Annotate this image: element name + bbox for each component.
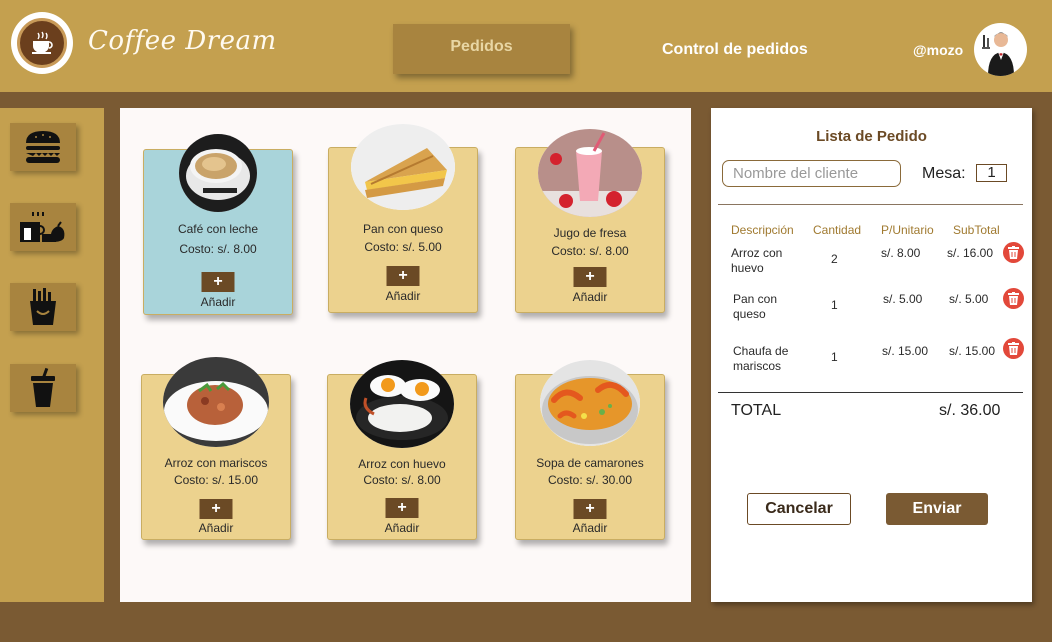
add-button[interactable]: + (199, 499, 233, 519)
category-drinks-button[interactable] (10, 364, 76, 412)
product-price: Costo: s/. 8.00 (363, 473, 441, 487)
cancel-button[interactable]: Cancelar (747, 493, 851, 525)
fries-icon (30, 288, 56, 325)
burger-icon (26, 131, 60, 163)
category-fries-button[interactable] (10, 283, 76, 331)
product-name: Café con leche (177, 222, 259, 236)
order-panel: Lista de Pedido Mesa: 1 Descripción Cant… (711, 108, 1032, 602)
table-number-field[interactable]: 1 (976, 164, 1007, 182)
coffee-cup-icon (32, 31, 53, 54)
item-description: Arroz con huevo (731, 246, 783, 275)
product-price: Costo: s/. 8.00 (551, 244, 629, 258)
product-price: Costo: s/. 5.00 (364, 240, 442, 254)
column-header-subtotal: SubTotal (953, 223, 1000, 237)
tab-control-de-pedidos[interactable]: Control de pedidos (662, 41, 808, 59)
sopa-de-camarones-image (540, 360, 640, 446)
product-price: Costo: s/. 30.00 (547, 473, 633, 487)
add-button[interactable]: + (573, 499, 607, 519)
username: @mozo (913, 42, 964, 58)
item-subtotal: s/. 16.00 (947, 246, 994, 260)
avatar[interactable] (974, 23, 1027, 76)
drink-cup-icon (31, 367, 55, 407)
trash-icon (1008, 342, 1019, 355)
product-price: Costo: s/. 15.00 (173, 473, 259, 487)
delete-item-button[interactable] (1003, 288, 1024, 309)
divider (718, 392, 1023, 393)
item-unit-price: s/. 8.00 (881, 246, 921, 260)
product-name: Arroz con huevo (358, 457, 446, 471)
add-button[interactable]: + (385, 498, 419, 518)
product-card-sopa-de-camarones[interactable]: Sopa de camarones Costo: s/. 30.00 + Aña… (515, 360, 665, 540)
table-label: Mesa: (922, 165, 966, 182)
trash-icon (1008, 292, 1019, 305)
tab-pedidos[interactable]: Pedidos (393, 24, 570, 74)
arroz-con-mariscos-image (163, 357, 269, 447)
add-label[interactable]: Añadir (144, 295, 292, 309)
top-bar: Coffee Dream Pedidos Control de pedidos … (0, 0, 1052, 92)
trash-icon (1008, 246, 1019, 259)
category-breakfast-button[interactable] (10, 203, 76, 251)
item-quantity: 1 (831, 350, 838, 364)
column-header-unit-price: P/Unitario (881, 223, 934, 237)
product-card-arroz-con-mariscos[interactable]: Arroz con mariscos Costo: s/. 15.00 + Añ… (141, 357, 291, 540)
send-button[interactable]: Enviar (886, 493, 988, 525)
delete-item-button[interactable] (1003, 242, 1024, 263)
order-list-title: Lista de Pedido (816, 128, 927, 145)
product-grid: Café con leche Costo: s/. 8.00 + Añadir … (120, 108, 691, 602)
product-card-arroz-con-huevo[interactable]: Arroz con huevo Costo: s/. 8.00 + Añadir (327, 360, 477, 540)
add-button[interactable]: + (573, 267, 607, 287)
product-name: Jugo de fresa (553, 226, 627, 240)
add-label[interactable]: Añadir (328, 521, 476, 535)
arroz-con-huevo-image (350, 360, 454, 448)
brand-name: Coffee Dream (88, 26, 277, 56)
product-name: Pan con queso (362, 222, 444, 236)
category-sidebar (0, 108, 104, 602)
add-label[interactable]: Añadir (516, 521, 664, 535)
item-description: Pan con queso (733, 292, 778, 321)
item-subtotal: s/. 5.00 (949, 292, 989, 306)
product-name: Arroz con mariscos (164, 456, 268, 470)
product-price: Costo: s/. 8.00 (179, 242, 257, 256)
product-card-jugo-de-fresa[interactable]: Jugo de fresa Costo: s/. 8.00 + Añadir (515, 129, 665, 313)
item-quantity: 1 (831, 298, 838, 312)
total-label: TOTAL (731, 402, 782, 419)
coffee-dream-logo (11, 12, 73, 74)
item-unit-price: s/. 5.00 (883, 292, 923, 306)
pan-con-queso-image (351, 124, 455, 210)
product-card-pan-con-queso[interactable]: Pan con queso Costo: s/. 5.00 + Añadir (328, 124, 478, 313)
delete-item-button[interactable] (1003, 338, 1024, 359)
cafe-con-leche-image (179, 134, 257, 212)
product-card-cafe-con-leche[interactable]: Café con leche Costo: s/. 8.00 + Añadir (143, 134, 293, 315)
jugo-de-fresa-image (538, 129, 642, 217)
add-label[interactable]: Añadir (516, 290, 664, 304)
item-quantity: 2 (831, 252, 838, 266)
add-label[interactable]: Añadir (329, 289, 477, 303)
column-header-description: Descripción (731, 223, 794, 237)
client-name-input[interactable] (722, 160, 901, 187)
breakfast-icon (20, 212, 65, 242)
item-unit-price: s/. 15.00 (882, 344, 929, 358)
divider (718, 204, 1023, 205)
category-burgers-button[interactable] (10, 123, 76, 171)
item-description: Chaufa de mariscos (733, 344, 789, 373)
add-button[interactable]: + (386, 266, 420, 286)
total-value: s/. 36.00 (939, 402, 1001, 419)
waiter-avatar-icon (982, 32, 1014, 76)
item-subtotal: s/. 15.00 (949, 344, 996, 358)
add-button[interactable]: + (201, 272, 235, 292)
add-label[interactable]: Añadir (142, 521, 290, 535)
product-name: Sopa de camarones (536, 456, 644, 470)
column-header-quantity: Cantidad (813, 223, 862, 237)
